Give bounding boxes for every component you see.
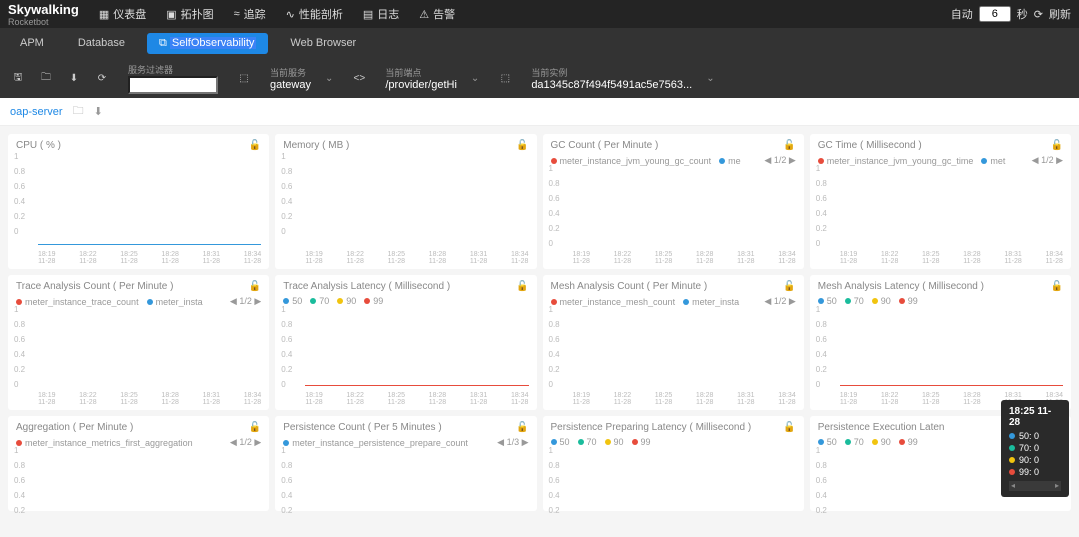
panel-title-text: GC Count ( Per Minute )	[551, 140, 659, 151]
chart-panel: Mesh Analysis Count ( Per Minute ) 🔓 meter…	[543, 275, 804, 410]
pager[interactable]: ◀ 1/2 ▶	[764, 296, 795, 307]
endpoint-icon: <>	[349, 68, 369, 88]
panel-title-text: Mesh Analysis Count ( Per Minute )	[551, 281, 708, 292]
chart-panel: GC Time ( Millisecond ) 🔓 meter_instance_j…	[810, 134, 1071, 269]
nav-dashboard[interactable]: ▦ 仪表盘	[99, 6, 146, 22]
service-filter: 服务过滤器	[120, 63, 226, 94]
seconds-input[interactable]	[979, 6, 1011, 22]
pager[interactable]: ◀ 1/2 ▶	[230, 296, 261, 307]
lock-icon[interactable]: 🔓	[1051, 281, 1063, 292]
panel-title-text: Trace Analysis Count ( Per Minute )	[16, 281, 173, 292]
tab-selfobservability[interactable]: ⧉ SelfObservability	[147, 33, 268, 54]
lock-icon[interactable]: 🔓	[783, 140, 795, 151]
topbar: Skywalking Rocketbot ▦ 仪表盘 ▣ 拓扑图 ≈ 追踪 ∿ …	[0, 0, 1079, 28]
tab-database[interactable]: Database	[66, 33, 137, 53]
lock-icon[interactable]: 🔓	[516, 281, 528, 292]
pager[interactable]: ◀ 1/2 ▶	[764, 155, 795, 166]
seconds-label: 秒	[1017, 6, 1028, 22]
service-filter-input[interactable]	[128, 76, 218, 94]
panel-title-text: Memory ( MB )	[283, 140, 349, 151]
chart-panel: Persistence Count ( Per 5 Minutes ) 🔓 mete…	[275, 416, 536, 511]
nav-alarm[interactable]: ⚠ 告警	[419, 6, 455, 22]
chart-panel: Memory ( MB )🔓10.80.60.40.2018:1911-2818…	[275, 134, 536, 269]
chart-tooltip: 18:25 11-28 50: 070: 090: 099: 0 ◂▸	[1001, 400, 1069, 497]
lock-icon[interactable]: 🔓	[249, 140, 261, 151]
legend: meter_instance_jvm_young_gc_timemet◀ 1/2…	[818, 155, 1063, 166]
pager[interactable]: ◀ 1/3 ▶	[497, 437, 528, 448]
lock-icon[interactable]: 🔓	[516, 422, 528, 433]
panel-title-text: GC Time ( Millisecond )	[818, 140, 922, 151]
panel-title-text: CPU ( % )	[16, 140, 61, 151]
pager[interactable]: ◀ 1/2 ▶	[1032, 155, 1063, 166]
download-icon[interactable]: ⬇	[64, 68, 84, 88]
reload-icon[interactable]: ⟳	[92, 68, 112, 88]
chart-panel: GC Count ( Per Minute ) 🔓 meter_instance_j…	[543, 134, 804, 269]
chart-panel: Trace Analysis Latency ( Millisecond ) 🔓 5…	[275, 275, 536, 410]
auto-label: 自动	[951, 6, 973, 22]
pager[interactable]: ◀ 1/2 ▶	[230, 437, 261, 448]
panel-title-text: Persistence Execution Laten	[818, 422, 945, 433]
current-instance[interactable]: 当前实例 da1345c87f494f5491ac5e7563... ⌄	[523, 66, 722, 91]
panel-title-text: Mesh Analysis Latency ( Millisecond )	[818, 281, 984, 292]
nav-profile[interactable]: ∿ 性能剖析	[286, 6, 343, 22]
chart-panel: CPU ( % )🔓10.80.60.40.2018:1911-2818:221…	[8, 134, 269, 269]
legend: 50709099	[283, 296, 528, 306]
panels-grid: CPU ( % )🔓10.80.60.40.2018:1911-2818:221…	[0, 126, 1079, 519]
chevron-down-icon: ⌄	[325, 73, 333, 84]
chart-panel: Trace Analysis Count ( Per Minute ) 🔓 mete…	[8, 275, 269, 410]
folder-icon[interactable]: 🗀	[73, 102, 84, 121]
legend: 50709099	[551, 437, 796, 447]
panel-title-text: Trace Analysis Latency ( Millisecond )	[283, 281, 450, 292]
refresh-label[interactable]: 刷新	[1049, 6, 1071, 22]
subbar: oap-server 🗀 ⬇	[0, 98, 1079, 126]
tab-apm[interactable]: APM	[8, 33, 56, 53]
lock-icon[interactable]: 🔓	[783, 422, 795, 433]
chart-panel: Mesh Analysis Latency ( Millisecond ) 🔓 50…	[810, 275, 1071, 410]
nav-topology[interactable]: ▣ 拓扑图	[166, 6, 213, 22]
tab-webbrowser[interactable]: Web Browser	[278, 33, 368, 53]
lock-icon[interactable]: 🔓	[783, 281, 795, 292]
nav-trace[interactable]: ≈ 追踪	[234, 6, 266, 22]
lock-icon[interactable]: 🔓	[1051, 140, 1063, 151]
download-icon[interactable]: ⬇	[94, 105, 103, 118]
legend: meter_instance_jvm_young_gc_countme◀ 1/2…	[551, 155, 796, 166]
chevron-down-icon: ⌄	[471, 73, 479, 84]
filterbar: 🖫 🗀 ⬇ ⟳ 服务过滤器 ⬚ 当前服务 gateway ⌄ <> 当前端点 /…	[0, 58, 1079, 98]
nav-items: ▦ 仪表盘 ▣ 拓扑图 ≈ 追踪 ∿ 性能剖析 ▤ 日志 ⚠ 告警	[99, 6, 455, 22]
legend: meter_instance_persistence_prepare_count…	[283, 437, 528, 448]
nav-log[interactable]: ▤ 日志	[363, 6, 399, 22]
current-service[interactable]: 当前服务 gateway ⌄	[262, 66, 341, 91]
chart-panel: Aggregation ( Per Minute ) 🔓 meter_instanc…	[8, 416, 269, 511]
lock-icon[interactable]: 🔓	[249, 422, 261, 433]
lock-icon[interactable]: 🔓	[249, 281, 261, 292]
panel-title-text: Persistence Count ( Per 5 Minutes )	[283, 422, 441, 433]
lock-icon[interactable]: 🔓	[516, 140, 528, 151]
refresh-icon[interactable]: ⟳	[1034, 8, 1043, 21]
legend: 50709099	[818, 296, 1063, 306]
instance-icon: ⬚	[495, 68, 515, 88]
panel-title-text: Aggregation ( Per Minute )	[16, 422, 133, 433]
chevron-down-icon: ⌄	[706, 73, 714, 84]
cube-icon: ⬚	[234, 68, 254, 88]
save-icon[interactable]: 🖫	[8, 68, 28, 88]
panel-title-text: Persistence Preparing Latency ( Millisec…	[551, 422, 752, 433]
tabbar: APM Database ⧉ SelfObservability Web Bro…	[0, 28, 1079, 58]
legend: meter_instance_mesh_countmeter_insta◀ 1/…	[551, 296, 796, 307]
current-endpoint[interactable]: 当前端点 /provider/getHi ⌄	[377, 66, 487, 91]
legend: meter_instance_trace_countmeter_insta◀ 1…	[16, 296, 261, 307]
folder-icon[interactable]: 🗀	[36, 68, 56, 88]
chart-panel: Persistence Preparing Latency ( Millisec…	[543, 416, 804, 511]
legend: meter_instance_metrics_first_aggregation…	[16, 437, 261, 448]
subbar-oap-server[interactable]: oap-server	[10, 106, 63, 118]
logo: Skywalking Rocketbot	[8, 2, 79, 27]
